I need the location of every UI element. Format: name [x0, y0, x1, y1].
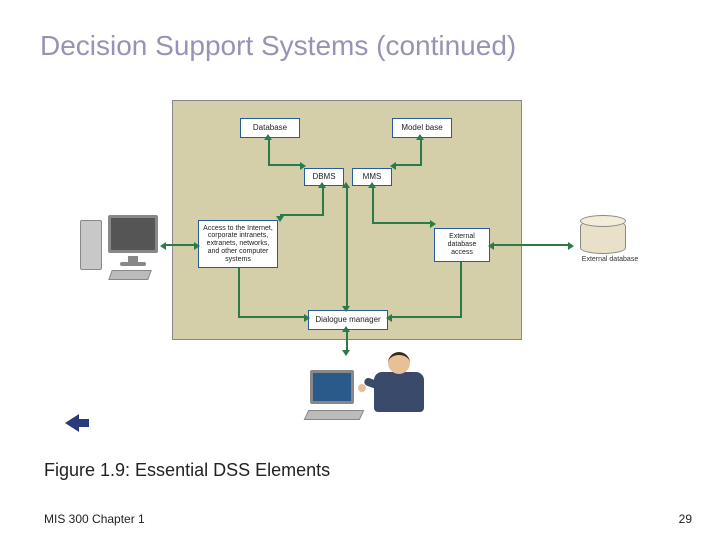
arrow-head	[390, 162, 396, 170]
arrow	[420, 138, 422, 166]
figure-caption: Figure 1.9: Essential DSS Elements	[44, 460, 330, 481]
arrow-head	[304, 314, 310, 322]
arrow	[346, 186, 348, 308]
box-access: Access to the Internet, corporate intran…	[198, 220, 278, 268]
arrow-head	[430, 220, 436, 228]
back-arrow-link[interactable]	[65, 412, 93, 434]
arrow	[322, 186, 324, 216]
user-icon	[310, 350, 450, 440]
external-database-label: External database	[580, 256, 640, 263]
arrow-head	[264, 134, 272, 140]
arrow-head	[318, 182, 326, 188]
arrow-head	[342, 182, 350, 188]
arrow	[238, 316, 306, 318]
arrow	[372, 186, 374, 224]
arrow	[164, 244, 196, 246]
figure-diagram: Database Model base DBMS MMS Access to t…	[80, 100, 640, 410]
slide: Decision Support Systems (continued) Dat…	[0, 0, 720, 540]
slide-title: Decision Support Systems (continued)	[40, 30, 516, 62]
arrow-head	[276, 216, 284, 222]
footer-text: MIS 300 Chapter 1	[44, 512, 145, 526]
arrow-head	[568, 242, 574, 250]
arrow	[394, 164, 422, 166]
back-arrow-icon	[65, 412, 93, 434]
computer-icon	[80, 215, 165, 285]
arrow	[390, 316, 462, 318]
arrow	[460, 262, 462, 318]
arrow-head	[342, 326, 350, 332]
arrow	[268, 164, 302, 166]
arrow	[280, 214, 324, 216]
arrow-head	[342, 306, 350, 312]
arrow	[238, 268, 240, 318]
box-extdbacc: External database access	[434, 228, 490, 262]
arrow-head	[488, 242, 494, 250]
arrow	[492, 244, 570, 246]
arrow	[346, 330, 348, 352]
arrow-head	[416, 134, 424, 140]
arrow-head	[194, 242, 200, 250]
arrow-head	[386, 314, 392, 322]
arrow-head	[300, 162, 306, 170]
arrow	[372, 222, 432, 224]
page-number: 29	[679, 512, 692, 526]
arrow-head	[368, 182, 376, 188]
arrow	[268, 138, 270, 166]
external-database-icon: External database	[580, 220, 640, 275]
